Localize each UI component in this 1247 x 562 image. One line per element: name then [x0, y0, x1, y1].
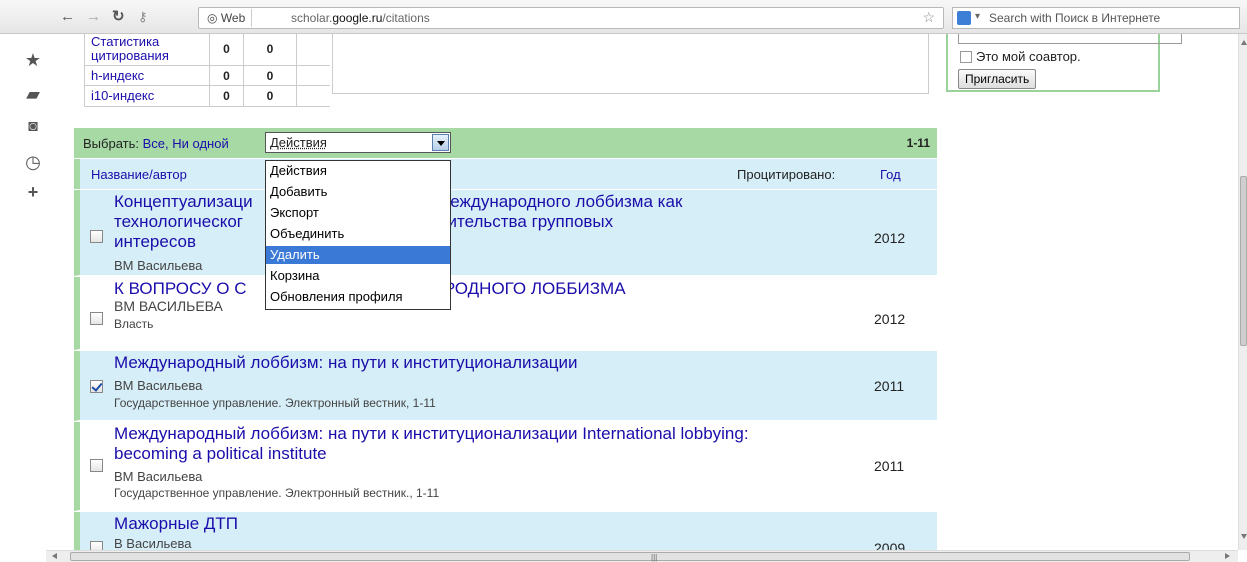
row-checkbox[interactable]: [90, 541, 103, 550]
url-text[interactable]: scholar.google.ru/citations: [291, 10, 430, 26]
article-title-link[interactable]: Международный лоббизм: на пути к институ…: [114, 424, 754, 464]
dropdown-item-actions[interactable]: Действия: [266, 162, 450, 180]
table-header: Название/автор Процитировано: Год: [74, 159, 937, 189]
clock-icon[interactable]: ◷: [22, 152, 44, 173]
article-year: 2012: [874, 311, 906, 327]
web-chip[interactable]: ◎ Web: [203, 9, 253, 27]
reload-icon[interactable]: ↻: [112, 9, 125, 25]
article-year: 2009: [874, 540, 906, 550]
address-bar[interactable]: ◎ Web scholar.google.ru/citations ☆: [198, 7, 944, 29]
citation-graph-box: [332, 34, 929, 94]
sort-by-year-link[interactable]: Год: [880, 167, 901, 182]
forward-icon[interactable]: →: [86, 9, 101, 25]
chevron-down-icon[interactable]: [432, 134, 449, 151]
grip-icon: |||: [651, 553, 658, 562]
search-engine-icon[interactable]: [957, 11, 971, 25]
article-title-link[interactable]: Международный лоббизм: на пути к институ…: [114, 353, 754, 373]
article-venue: Власть: [114, 317, 154, 331]
coauthor-checkbox[interactable]: [960, 51, 972, 63]
scroll-right-icon[interactable]: [1225, 553, 1230, 559]
stat-value-all: 0: [209, 34, 243, 65]
stat-value-all: 0: [209, 86, 243, 106]
dropdown-item-profile-updates[interactable]: Обновления профиля: [266, 288, 450, 306]
article-author: ВМ Васильева: [114, 258, 203, 273]
select-none-link[interactable]: Ни одной: [172, 136, 228, 151]
note-icon[interactable]: ▰: [22, 84, 44, 105]
plus-icon[interactable]: +: [22, 182, 44, 203]
chevron-down-icon[interactable]: ▾: [975, 11, 980, 22]
scroll-up-icon[interactable]: [1241, 40, 1247, 45]
row-checkbox[interactable]: [90, 459, 103, 472]
article-venue: Государственное управление. Электронный …: [114, 486, 440, 500]
stats-row: i10-индекс 0 0: [84, 86, 330, 107]
search-box[interactable]: ▾ Search with Поиск в Интернете: [952, 7, 1240, 29]
browser-sidebar: ★ ▰ ◙ ◷ +: [0, 34, 66, 550]
search-placeholder: Search with Поиск в Интернете: [989, 11, 1161, 25]
browser-toolbar: ← → ↻ ⚷ ◎ Web scholar.google.ru/citation…: [0, 0, 1247, 34]
globe-icon: ◎: [207, 11, 221, 25]
coauthor-panel: Это мой соавтор. Пригласить: [946, 34, 1182, 92]
select-all-link[interactable]: Все,: [143, 136, 169, 151]
pocket-icon[interactable]: ◙: [22, 118, 44, 136]
stat-value-recent: 0: [243, 86, 297, 106]
row-checkbox[interactable]: [90, 230, 103, 243]
back-icon[interactable]: ←: [60, 9, 75, 25]
coauthor-checkbox-label: Это мой соавтор.: [976, 49, 1081, 64]
article-year: 2011: [874, 458, 905, 474]
table-row: К ВОПРОСУ О С АРОДНОГО ЛОББИЗМА ВМ ВАСИЛЬ…: [74, 277, 937, 350]
stat-label[interactable]: Статистика цитирования: [91, 35, 201, 63]
scroll-down-icon[interactable]: [1241, 534, 1247, 539]
vertical-scroll-thumb[interactable]: [1240, 176, 1247, 346]
stats-row: h-индекс 0 0: [84, 66, 330, 86]
dropdown-item-merge[interactable]: Объединить: [266, 225, 450, 243]
row-checkbox[interactable]: [90, 312, 103, 325]
star-icon[interactable]: ★: [22, 50, 44, 71]
horizontal-scroll-thumb[interactable]: |||: [70, 552, 1190, 562]
dropdown-item-trash[interactable]: Корзина: [266, 267, 450, 285]
actions-dropdown-list: Действия Добавить Экспорт Объединить Уда…: [265, 160, 451, 310]
vertical-scrollbar[interactable]: [1238, 34, 1247, 550]
stat-value-all: 0: [209, 66, 243, 85]
article-year: 2011: [874, 378, 905, 394]
article-author: ВМ ВАСИЛЬЕВА: [114, 298, 223, 314]
invite-button[interactable]: Пригласить: [958, 69, 1037, 89]
table-row: Международный лоббизм: на пути к институ…: [74, 422, 937, 511]
dropdown-item-add[interactable]: Добавить: [266, 183, 450, 201]
dropdown-item-export[interactable]: Экспорт: [266, 204, 450, 222]
table-row: Международный лоббизм: на пути к институ…: [74, 351, 937, 421]
cited-by-header: Процитировано:: [737, 167, 836, 182]
results-count: 1-11: [906, 136, 930, 150]
stat-value-recent: 0: [243, 34, 297, 65]
article-author: ВМ Васильева: [114, 469, 203, 484]
article-author: В Васильева: [114, 536, 192, 550]
horizontal-scrollbar[interactable]: |||: [46, 550, 1238, 562]
key-icon[interactable]: ⚷: [138, 9, 148, 25]
row-checkbox[interactable]: [90, 380, 103, 393]
page-content: Статистика цитирования 0 0 h-индекс 0 0 …: [66, 34, 1238, 550]
select-controls: Выбрать: Все, Ни одной: [83, 136, 229, 151]
stats-row: Статистика цитирования 0 0: [84, 34, 330, 66]
sort-by-title-link[interactable]: Название/автор: [91, 167, 187, 182]
select-prefix: Выбрать:: [83, 136, 139, 151]
article-year: 2012: [874, 230, 906, 246]
stat-value-recent: 0: [243, 66, 297, 85]
table-row: Мажорные ДТП В Васильева 2009: [74, 512, 937, 550]
article-title-link[interactable]: Мажорные ДТП: [114, 514, 754, 534]
stat-label[interactable]: i10-индекс: [91, 89, 154, 103]
dropdown-item-delete[interactable]: Удалить: [266, 246, 450, 264]
table-row: Концептуализаци международного лоббизма к…: [74, 190, 937, 276]
scroll-left-icon[interactable]: [52, 553, 57, 559]
bookmark-star-icon[interactable]: ☆: [922, 9, 935, 26]
actions-select[interactable]: Действия: [265, 132, 451, 153]
article-venue: Государственное управление. Электронный …: [114, 396, 436, 410]
stat-label[interactable]: h-индекс: [91, 69, 144, 83]
coauthor-input[interactable]: [958, 34, 1182, 44]
actions-bar: Выбрать: Все, Ни одной Действия 1-11: [74, 128, 937, 158]
article-author: ВМ Васильева: [114, 378, 203, 393]
actions-select-value: Действия: [270, 135, 327, 150]
